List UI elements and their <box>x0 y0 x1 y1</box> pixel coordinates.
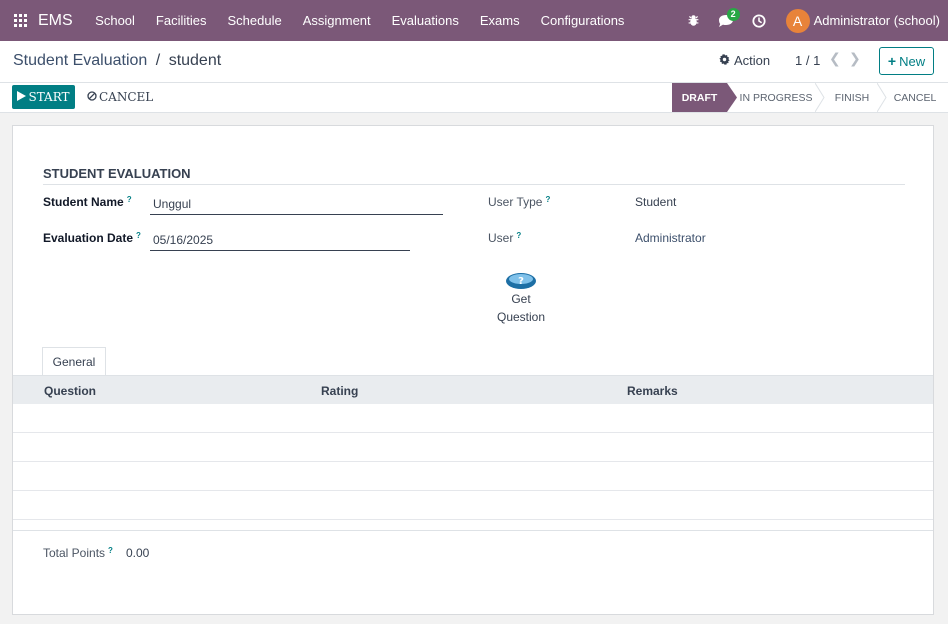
user-label-text: User <box>488 231 514 245</box>
stage-chevron-active <box>727 83 737 112</box>
menu-school[interactable]: School <box>85 0 146 41</box>
messages-count-badge: 2 <box>726 7 740 21</box>
pager-next-icon[interactable]: ❯ <box>849 50 861 67</box>
cancel-button[interactable]: CANCEL <box>87 90 153 104</box>
evaluation-date-label-text: Evaluation Date <box>43 231 134 245</box>
pager-prev-icon[interactable]: ❮ <box>829 50 841 67</box>
cancel-label: CANCEL <box>99 90 154 104</box>
debug-bug-icon[interactable] <box>680 14 708 27</box>
stage-chevron <box>815 83 825 112</box>
help-icon[interactable]: ? <box>516 231 521 240</box>
user-avatar[interactable]: A <box>785 8 810 33</box>
user-type-label-text: User Type <box>488 195 543 209</box>
form-sheet: STUDENT EVALUATION Student Name? Unggul … <box>12 125 934 615</box>
student-name-field[interactable]: Unggul <box>150 197 443 215</box>
section-divider <box>43 184 905 185</box>
table-bottom-border <box>13 530 933 531</box>
table-row <box>13 491 933 520</box>
menu-exams[interactable]: Exams <box>469 0 530 41</box>
start-label: START <box>28 90 70 104</box>
table-row <box>13 433 933 462</box>
table-row <box>13 462 933 491</box>
question-icon: ? <box>506 273 536 289</box>
new-button-label: New <box>899 53 926 69</box>
section-title: STUDENT EVALUATION <box>43 166 191 181</box>
pager-value[interactable]: 1 / 1 <box>795 53 820 68</box>
help-icon[interactable]: ? <box>127 195 132 204</box>
evaluation-date-label: Evaluation Date? <box>43 231 141 245</box>
stage-draft[interactable]: DRAFT <box>672 83 727 112</box>
help-icon[interactable]: ? <box>545 195 550 204</box>
svg-text:?: ? <box>518 276 524 287</box>
help-icon[interactable]: ? <box>108 546 113 555</box>
breadcrumb-current: student <box>168 52 222 69</box>
start-button[interactable]: START <box>12 85 75 109</box>
user-type-value[interactable]: Student <box>635 195 676 209</box>
total-points-label-text: Total Points <box>43 546 106 560</box>
student-name-label: Student Name? <box>43 195 132 209</box>
get-question-label-line2: Question <box>496 310 546 324</box>
breadcrumb-parent[interactable]: Student Evaluation <box>13 52 147 69</box>
help-icon[interactable]: ? <box>136 231 141 240</box>
user-value-link[interactable]: Administrator <box>635 231 706 245</box>
evaluation-date-field[interactable]: 05/16/2025 <box>150 233 410 251</box>
app-brand[interactable]: EMS <box>38 12 73 30</box>
menu-evaluations[interactable]: Evaluations <box>381 0 469 41</box>
stage-cancel[interactable]: CANCEL <box>888 83 942 112</box>
column-question[interactable]: Question <box>44 384 96 398</box>
breadcrumb-separator: / <box>155 52 161 69</box>
menu-schedule[interactable]: Schedule <box>217 0 292 41</box>
messages-icon[interactable]: 2 <box>708 7 744 28</box>
get-question-label-line1: Get <box>511 292 531 306</box>
play-icon <box>17 90 27 104</box>
user-label: User? <box>488 231 521 245</box>
menu-facilities[interactable]: Facilities <box>145 0 217 41</box>
menu-configurations[interactable]: Configurations <box>530 0 635 41</box>
get-question-button[interactable]: ? Get Question <box>483 272 559 324</box>
gear-icon <box>719 53 730 68</box>
action-menu-button[interactable]: Action <box>719 53 770 68</box>
column-remarks[interactable]: Remarks <box>627 384 678 398</box>
stage-in-progress[interactable]: IN PROGRESS <box>737 83 815 112</box>
status-bar: START CANCEL DRAFT IN PROGRESS FINISH CA… <box>0 83 948 113</box>
breadcrumb: Student Evaluation / student <box>13 52 221 70</box>
tab-general[interactable]: General <box>42 347 106 376</box>
activity-clock-icon[interactable] <box>744 13 774 28</box>
stage-finish[interactable]: FINISH <box>826 83 878 112</box>
student-name-label-text: Student Name <box>43 195 124 209</box>
top-navbar: EMS School Facilities Schedule Assignmen… <box>0 0 948 41</box>
control-panel: Student Evaluation / student Action 1 / … <box>0 41 948 83</box>
ban-icon <box>87 90 97 104</box>
menu-assignment[interactable]: Assignment <box>292 0 381 41</box>
stage-chevron <box>877 83 887 112</box>
plus-icon: + <box>887 53 897 69</box>
total-points-label: Total Points? <box>43 546 113 560</box>
new-record-button[interactable]: + New <box>879 47 934 75</box>
table-header: Question Rating Remarks <box>13 375 933 404</box>
user-type-label: User Type? <box>488 195 550 209</box>
total-points-value: 0.00 <box>126 546 150 560</box>
apps-menu-icon[interactable] <box>0 0 40 41</box>
table-row[interactable] <box>13 404 933 433</box>
action-label: Action <box>734 53 771 68</box>
user-menu[interactable]: Administrator (school) <box>814 13 940 28</box>
column-rating[interactable]: Rating <box>321 384 358 398</box>
